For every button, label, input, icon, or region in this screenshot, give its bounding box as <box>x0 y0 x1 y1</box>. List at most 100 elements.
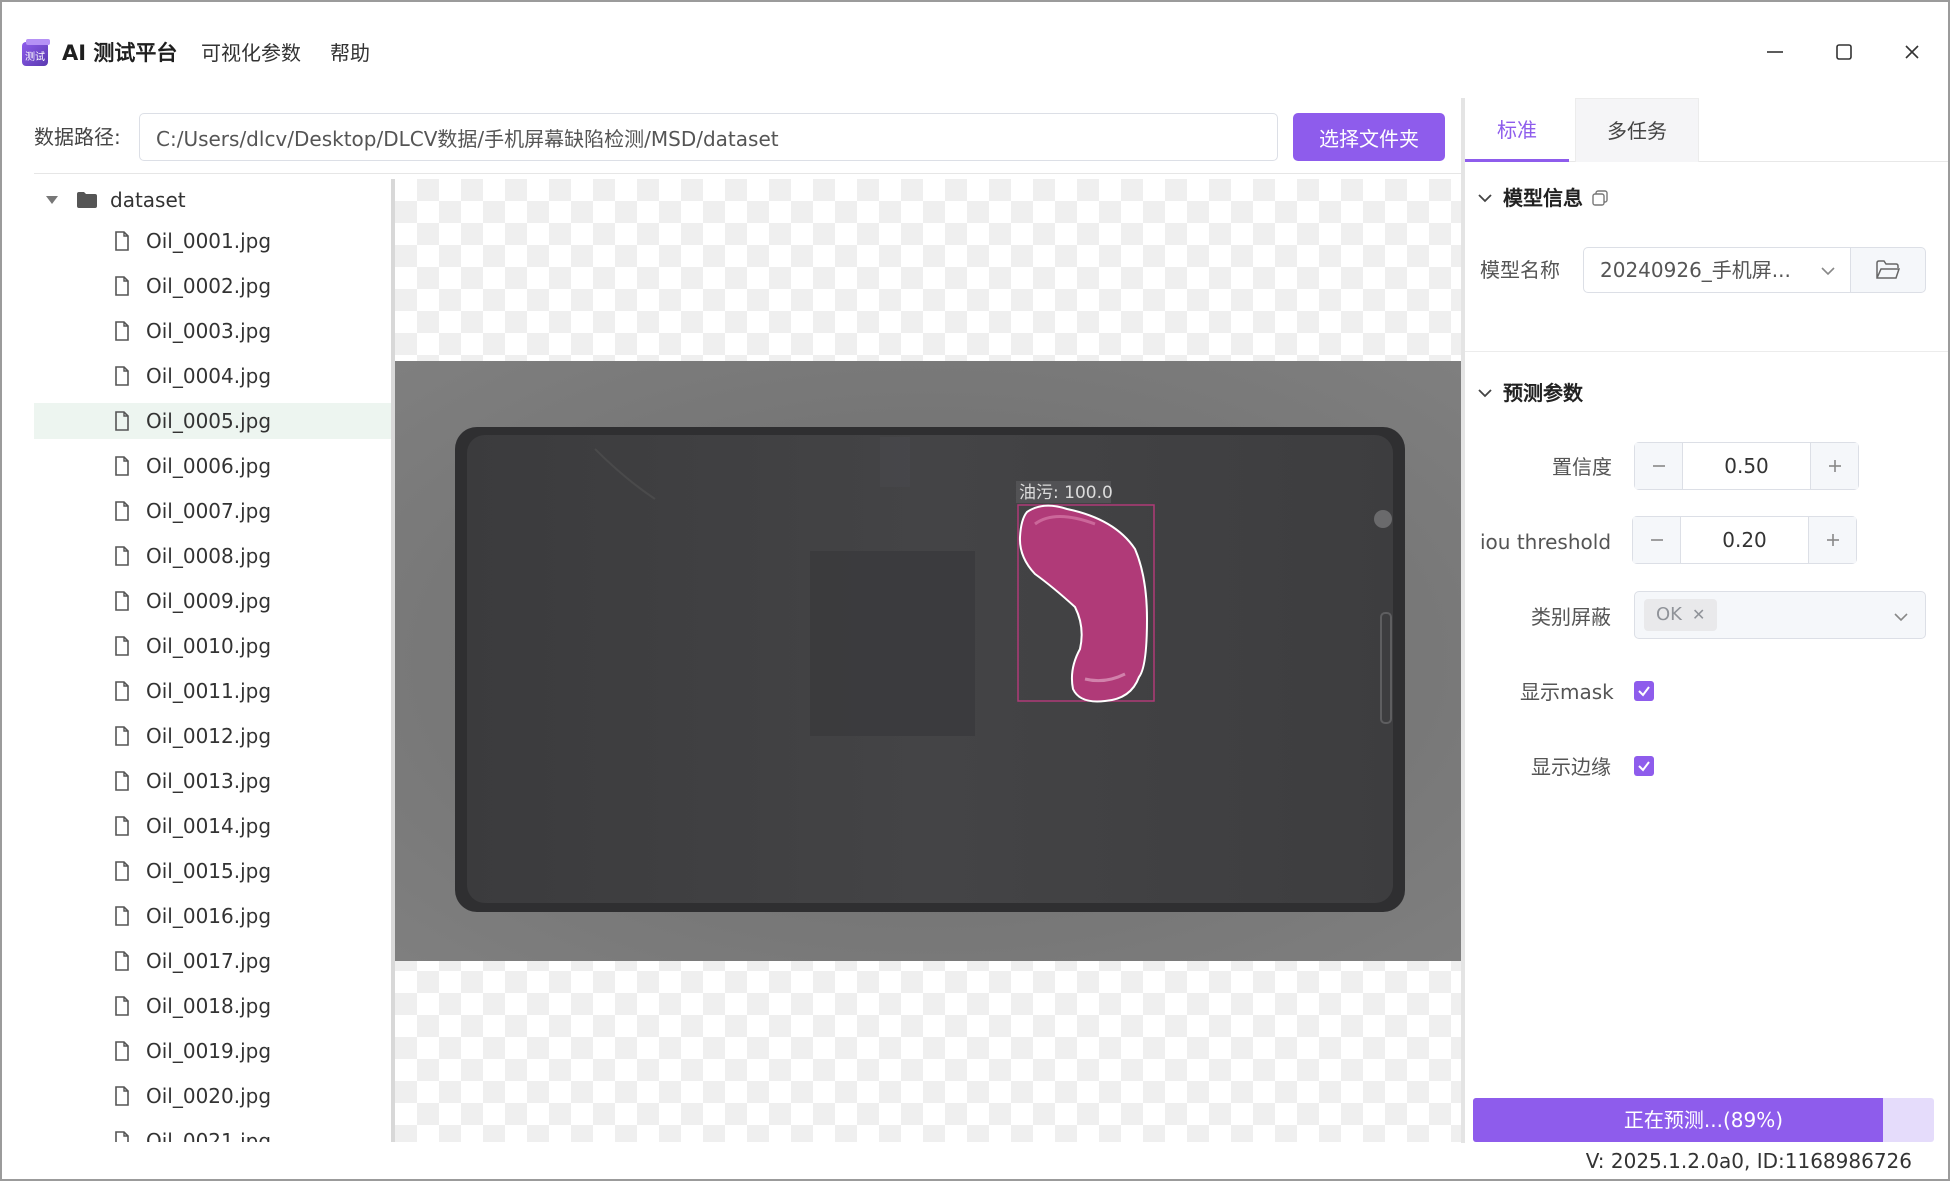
tree-file-item[interactable]: Oil_0005.jpg <box>34 403 392 439</box>
tree-root-label: dataset <box>110 188 186 212</box>
tree-file-item[interactable]: Oil_0011.jpg <box>34 673 392 709</box>
model-info-header[interactable]: 模型信息 <box>1477 183 1609 213</box>
file-icon <box>114 906 130 930</box>
chevron-down-icon <box>1478 389 1492 398</box>
file-label: Oil_0014.jpg <box>146 814 272 838</box>
iou-increment-button[interactable] <box>1808 517 1856 563</box>
maximize-icon <box>1836 44 1852 60</box>
tree-file-item[interactable]: Oil_0013.jpg <box>34 763 392 799</box>
confidence-stepper[interactable]: 0.50 <box>1634 442 1859 490</box>
tree-file-item[interactable]: Oil_0007.jpg <box>34 493 392 529</box>
panel-splitter[interactable] <box>1461 98 1465 1143</box>
image-viewer[interactable]: 油污: 100.0 <box>395 179 1461 1142</box>
data-path-input[interactable] <box>139 113 1278 161</box>
app-logo-text: 测试 <box>25 50 45 63</box>
class-mask-tag-label: OK <box>1656 604 1682 625</box>
file-label: Oil_0021.jpg <box>146 1129 272 1142</box>
chevron-down-icon <box>1894 613 1908 622</box>
iou-threshold-value[interactable]: 0.20 <box>1681 517 1808 563</box>
detection-label: 油污: 100.0 <box>1019 483 1113 503</box>
title-bar: 测试 AI 测试平台 可视化参数 帮助 <box>2 2 1948 98</box>
file-icon <box>114 771 130 795</box>
tree-file-item[interactable]: Oil_0021.jpg <box>34 1123 392 1142</box>
file-icon <box>114 816 130 840</box>
close-button[interactable] <box>1892 32 1932 72</box>
file-icon <box>114 996 130 1020</box>
predict-params-header[interactable]: 预测参数 <box>1477 378 1583 408</box>
file-icon <box>114 456 130 480</box>
show-edge-label: 显示边缘 <box>1531 755 1611 779</box>
iou-decrement-button[interactable] <box>1633 517 1681 563</box>
tree-file-item[interactable]: Oil_0017.jpg <box>34 943 392 979</box>
file-label: Oil_0009.jpg <box>146 589 272 613</box>
model-name-label: 模型名称 <box>1480 258 1560 282</box>
file-label: Oil_0004.jpg <box>146 364 272 388</box>
chevron-down-icon <box>1821 267 1835 276</box>
tab-multitask[interactable]: 多任务 <box>1575 98 1699 162</box>
file-label: Oil_0013.jpg <box>146 769 272 793</box>
app-window: 测试 AI 测试平台 可视化参数 帮助 数据路径: 选择文件夹 dataset … <box>0 0 1950 1181</box>
data-path-label: 数据路径: <box>34 125 121 149</box>
model-name-value: 20240926_手机屏... <box>1600 258 1791 282</box>
file-icon <box>114 501 130 525</box>
tab-standard[interactable]: 标准 <box>1465 98 1569 162</box>
file-label: Oil_0018.jpg <box>146 994 272 1018</box>
inspection-image: 油污: 100.0 <box>395 361 1461 961</box>
class-mask-select[interactable]: OK ✕ <box>1634 591 1926 639</box>
maximize-button[interactable] <box>1824 32 1864 72</box>
tree-file-item[interactable]: Oil_0020.jpg <box>34 1078 392 1114</box>
tree-file-item[interactable]: Oil_0003.jpg <box>34 313 392 349</box>
tree-file-item[interactable]: Oil_0016.jpg <box>34 898 392 934</box>
file-icon <box>114 591 130 615</box>
menu-visual-params[interactable]: 可视化参数 <box>201 38 301 68</box>
caret-down-icon[interactable] <box>46 196 58 204</box>
copy-icon[interactable] <box>1591 189 1609 207</box>
folder-icon <box>77 192 97 208</box>
select-folder-button[interactable]: 选择文件夹 <box>1293 113 1445 161</box>
menu-help[interactable]: 帮助 <box>330 38 370 68</box>
minus-icon <box>1650 539 1663 541</box>
file-icon <box>114 1041 130 1065</box>
minimize-button[interactable] <box>1755 32 1795 72</box>
file-icon <box>114 1086 130 1110</box>
tree-file-item[interactable]: Oil_0019.jpg <box>34 1033 392 1069</box>
model-name-select[interactable]: 20240926_手机屏... <box>1583 247 1851 293</box>
tree-file-item[interactable]: Oil_0001.jpg <box>34 223 392 259</box>
file-icon <box>114 1131 130 1142</box>
tree-file-item[interactable]: Oil_0018.jpg <box>34 988 392 1024</box>
file-label: Oil_0016.jpg <box>146 904 272 928</box>
iou-threshold-label: iou threshold <box>1480 530 1612 554</box>
iou-threshold-stepper[interactable]: 0.20 <box>1632 516 1857 564</box>
show-edge-checkbox[interactable] <box>1634 756 1654 776</box>
open-model-folder-button[interactable] <box>1851 247 1926 293</box>
confidence-increment-button[interactable] <box>1810 443 1858 489</box>
file-icon <box>114 276 130 300</box>
class-mask-label: 类别屏蔽 <box>1531 605 1611 629</box>
right-panel-tabs: 标准 多任务 <box>1465 98 1948 162</box>
tree-file-item[interactable]: Oil_0015.jpg <box>34 853 392 889</box>
file-label: Oil_0020.jpg <box>146 1084 272 1108</box>
close-icon <box>1905 45 1919 59</box>
file-tree: dataset Oil_0001.jpg Oil_0002.jpg Oil_0003… <box>34 179 392 1142</box>
file-label: Oil_0019.jpg <box>146 1039 272 1063</box>
tree-file-item[interactable]: Oil_0010.jpg <box>34 628 392 664</box>
tag-close-icon[interactable]: ✕ <box>1692 599 1705 631</box>
tree-file-item[interactable]: Oil_0002.jpg <box>34 268 392 304</box>
tree-file-item[interactable]: Oil_0009.jpg <box>34 583 392 619</box>
tree-file-item[interactable]: Oil_0012.jpg <box>34 718 392 754</box>
app-logo-icon: 测试 <box>22 39 50 66</box>
tree-file-item[interactable]: Oil_0008.jpg <box>34 538 392 574</box>
file-label: Oil_0015.jpg <box>146 859 272 883</box>
tree-file-item[interactable]: Oil_0006.jpg <box>34 448 392 484</box>
confidence-value[interactable]: 0.50 <box>1683 443 1810 489</box>
confidence-decrement-button[interactable] <box>1635 443 1683 489</box>
tree-root-dataset[interactable]: dataset <box>34 179 392 223</box>
show-mask-checkbox[interactable] <box>1634 681 1654 701</box>
file-icon <box>114 726 130 750</box>
tree-file-item[interactable]: Oil_0014.jpg <box>34 808 392 844</box>
path-divider <box>34 173 1462 174</box>
file-icon <box>114 861 130 885</box>
file-label: Oil_0007.jpg <box>146 499 272 523</box>
tree-file-item[interactable]: Oil_0004.jpg <box>34 358 392 394</box>
file-icon <box>114 231 130 255</box>
